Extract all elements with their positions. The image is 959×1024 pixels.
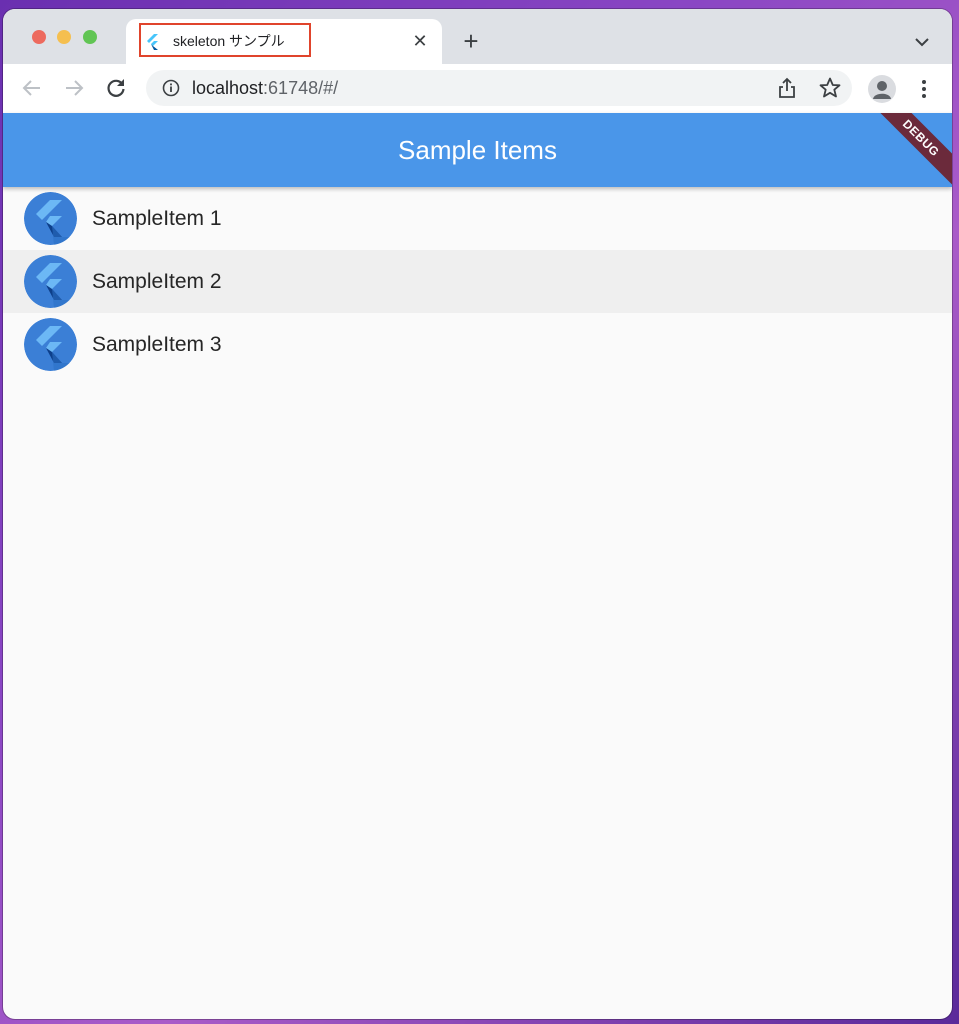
info-icon[interactable] xyxy=(162,79,180,97)
sample-items-list: SampleItem 1 SampleItem 2 SampleItem 3 xyxy=(3,187,952,376)
three-dots-icon[interactable] xyxy=(913,77,935,101)
tab-close-icon[interactable]: ✕ xyxy=(408,29,432,53)
flutter-logo-icon xyxy=(24,255,77,308)
list-item[interactable]: SampleItem 1 xyxy=(3,187,952,250)
profile-avatar[interactable] xyxy=(868,75,896,103)
chevron-down-icon[interactable] xyxy=(910,30,934,54)
address-bar[interactable]: localhost:61748/#/ xyxy=(146,70,852,106)
url-text[interactable]: localhost:61748/#/ xyxy=(192,78,338,99)
page-title: Sample Items xyxy=(398,135,557,165)
share-icon[interactable] xyxy=(776,77,798,99)
maximize-window-button[interactable] xyxy=(83,30,97,44)
list-item-label: SampleItem 2 xyxy=(92,270,222,293)
list-item[interactable]: SampleItem 2 xyxy=(3,250,952,313)
list-item-label: SampleItem 3 xyxy=(92,333,222,356)
flutter-logo-icon xyxy=(24,318,77,371)
list-item-label: SampleItem 1 xyxy=(92,207,222,230)
arrow-right-icon[interactable] xyxy=(61,75,87,101)
list-item[interactable]: SampleItem 3 xyxy=(3,313,952,376)
tab-highlight-annotation xyxy=(139,23,311,57)
url-host: localhost xyxy=(192,78,264,98)
browser-window: skeleton サンプル ✕ + localhost:61748/#/ Sam… xyxy=(3,9,952,1019)
app-bar: Sample Items DEBUG xyxy=(3,113,952,187)
minimize-window-button[interactable] xyxy=(57,30,71,44)
browser-toolbar: localhost:61748/#/ xyxy=(3,64,952,114)
reload-icon[interactable] xyxy=(103,75,129,101)
new-tab-button[interactable]: + xyxy=(457,26,485,56)
star-icon[interactable] xyxy=(818,76,842,100)
tab-strip: skeleton サンプル ✕ + xyxy=(3,9,952,64)
flutter-logo-icon xyxy=(24,192,77,245)
person-icon xyxy=(873,81,891,99)
arrow-left-icon[interactable] xyxy=(19,75,45,101)
close-window-button[interactable] xyxy=(32,30,46,44)
url-path: :61748/#/ xyxy=(263,78,339,98)
